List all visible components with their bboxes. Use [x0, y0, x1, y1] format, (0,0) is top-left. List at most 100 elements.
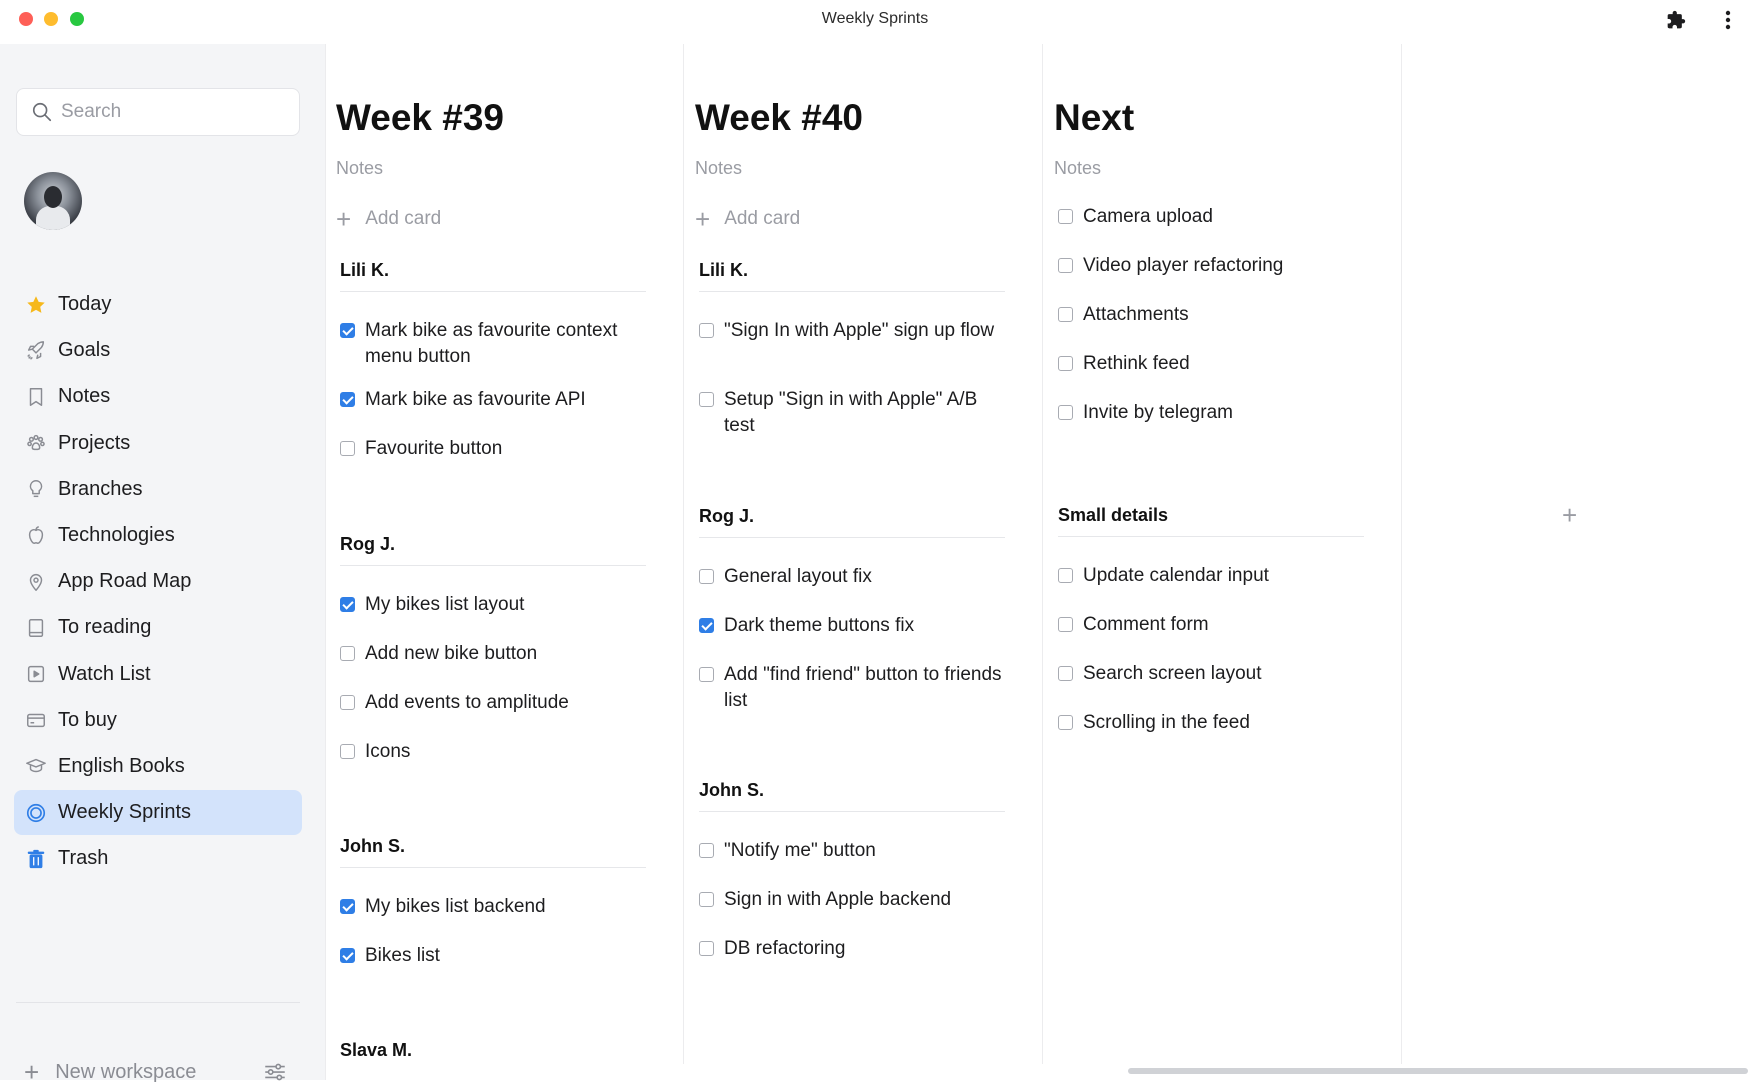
- column-notes[interactable]: Notes: [336, 158, 383, 179]
- checkbox[interactable]: [1058, 666, 1073, 681]
- task-item[interactable]: DB refactoring: [699, 936, 1009, 962]
- checkbox[interactable]: [699, 892, 714, 907]
- sliders-icon[interactable]: [262, 1059, 288, 1085]
- column-notes[interactable]: Notes: [695, 158, 742, 179]
- task-item[interactable]: Sign in with Apple backend: [699, 887, 1009, 913]
- horizontal-scrollbar[interactable]: [1128, 1068, 1748, 1074]
- sidebar-item-watch-list[interactable]: Watch List: [14, 652, 302, 697]
- rocket-icon: [24, 339, 48, 363]
- checkbox[interactable]: [340, 744, 355, 759]
- task-item[interactable]: Camera upload: [1058, 204, 1368, 230]
- sidebar-item-weekly-sprints[interactable]: Weekly Sprints: [14, 790, 302, 836]
- checkbox[interactable]: [340, 948, 355, 963]
- task-item[interactable]: Comment form: [1058, 612, 1368, 638]
- task-item[interactable]: Add "find friend" button to friends list: [699, 662, 1009, 713]
- checkbox[interactable]: [699, 323, 714, 338]
- extension-puzzle-icon[interactable]: [1664, 8, 1688, 32]
- checkbox[interactable]: [340, 441, 355, 456]
- add-column-button[interactable]: +: [1562, 500, 1577, 531]
- task-item[interactable]: Invite by telegram: [1058, 400, 1368, 426]
- checkbox[interactable]: [340, 646, 355, 661]
- task-item[interactable]: Add new bike button: [340, 641, 650, 667]
- sidebar-item-english-books[interactable]: English Books: [14, 744, 302, 789]
- checkbox[interactable]: [699, 618, 714, 633]
- column-title[interactable]: Next: [1054, 97, 1134, 139]
- add-card-button[interactable]: + Add card: [695, 206, 800, 232]
- column-title[interactable]: Week #40: [695, 97, 863, 139]
- sidebar-item-to-buy[interactable]: To buy: [14, 698, 302, 743]
- task-item[interactable]: "Notify me" button: [699, 838, 1009, 864]
- task-item[interactable]: Search screen layout: [1058, 661, 1368, 687]
- task-item[interactable]: General layout fix: [699, 564, 1009, 590]
- task-text: Update calendar input: [1083, 565, 1269, 586]
- task-item[interactable]: Favourite button: [340, 436, 650, 462]
- task-item[interactable]: Video player refactoring: [1058, 253, 1368, 279]
- search-box[interactable]: [16, 88, 300, 136]
- sidebar-item-today[interactable]: Today: [14, 282, 302, 327]
- task-text: Icons: [365, 741, 411, 762]
- group-title[interactable]: Rog J.: [699, 506, 1005, 538]
- checkbox[interactable]: [340, 597, 355, 612]
- checkbox[interactable]: [699, 667, 714, 682]
- sidebar-item-trash[interactable]: Trash: [14, 836, 302, 881]
- checkbox[interactable]: [699, 392, 714, 407]
- task-item[interactable]: "Sign In with Apple" sign up flow: [699, 318, 1009, 344]
- group-title[interactable]: Small details: [1058, 505, 1364, 537]
- sidebar-item-label: To buy: [58, 708, 117, 731]
- checkbox[interactable]: [1058, 307, 1073, 322]
- task-item[interactable]: Scrolling in the feed: [1058, 710, 1368, 736]
- more-vertical-icon[interactable]: [1716, 8, 1740, 32]
- checkbox[interactable]: [340, 323, 355, 338]
- task-item[interactable]: Rethink feed: [1058, 351, 1368, 377]
- task-item[interactable]: My bikes list backend: [340, 894, 650, 920]
- checkbox[interactable]: [1058, 258, 1073, 273]
- group-title[interactable]: Lili K.: [699, 260, 1005, 292]
- sidebar-nav: Today Goals Notes Projects Branches Tech…: [14, 282, 302, 882]
- checkbox[interactable]: [699, 941, 714, 956]
- sidebar-item-app-road-map[interactable]: App Road Map: [14, 559, 302, 604]
- checkbox[interactable]: [1058, 715, 1073, 730]
- checkbox[interactable]: [1058, 617, 1073, 632]
- sidebar-item-notes[interactable]: Notes: [14, 374, 302, 419]
- column-notes[interactable]: Notes: [1054, 158, 1101, 179]
- group-title[interactable]: Slava M.: [340, 1040, 646, 1071]
- checkbox[interactable]: [340, 392, 355, 407]
- sidebar-item-branches[interactable]: Branches: [14, 467, 302, 512]
- task-item[interactable]: Attachments: [1058, 302, 1368, 328]
- task-item[interactable]: Dark theme buttons fix: [699, 613, 1009, 639]
- checkbox[interactable]: [699, 569, 714, 584]
- checkbox[interactable]: [340, 899, 355, 914]
- task-item[interactable]: Icons: [340, 739, 650, 765]
- sidebar-item-projects[interactable]: Projects: [14, 421, 302, 466]
- checkbox[interactable]: [1058, 568, 1073, 583]
- new-workspace-button[interactable]: + New workspace: [24, 1059, 196, 1085]
- search-input[interactable]: [61, 101, 281, 123]
- board-column: Week #39 Notes + Add card Lili K. Mark b…: [326, 44, 684, 1064]
- group-title[interactable]: Rog J.: [340, 534, 646, 566]
- column-title[interactable]: Week #39: [336, 97, 504, 139]
- group-title[interactable]: Lili K.: [340, 260, 646, 292]
- checkbox[interactable]: [1058, 209, 1073, 224]
- sidebar-item-goals[interactable]: Goals: [14, 328, 302, 373]
- add-card-button[interactable]: + Add card: [336, 206, 441, 232]
- task-item[interactable]: Mark bike as favourite API: [340, 387, 650, 413]
- task-item[interactable]: Update calendar input: [1058, 563, 1368, 589]
- task-item[interactable]: Bikes list: [340, 943, 650, 969]
- task-item[interactable]: Mark bike as favourite context menu butt…: [340, 318, 650, 369]
- task-item[interactable]: Add events to amplitude: [340, 690, 650, 716]
- avatar[interactable]: [24, 172, 82, 230]
- checkbox[interactable]: [1058, 356, 1073, 371]
- sidebar-item-technologies[interactable]: Technologies: [14, 513, 302, 558]
- lightbulb-icon: [24, 477, 48, 501]
- group-title[interactable]: John S.: [699, 780, 1005, 812]
- checkbox[interactable]: [699, 843, 714, 858]
- add-card-label: Add card: [724, 208, 801, 229]
- checkbox[interactable]: [1058, 405, 1073, 420]
- sidebar-item-to-reading[interactable]: To reading: [14, 605, 302, 650]
- play-icon: [24, 662, 48, 686]
- task-item[interactable]: My bikes list layout: [340, 592, 650, 618]
- group-title[interactable]: John S.: [340, 836, 646, 868]
- task-item[interactable]: Setup "Sign in with Apple" A/B test: [699, 387, 1009, 438]
- task-text: DB refactoring: [724, 938, 846, 959]
- checkbox[interactable]: [340, 695, 355, 710]
